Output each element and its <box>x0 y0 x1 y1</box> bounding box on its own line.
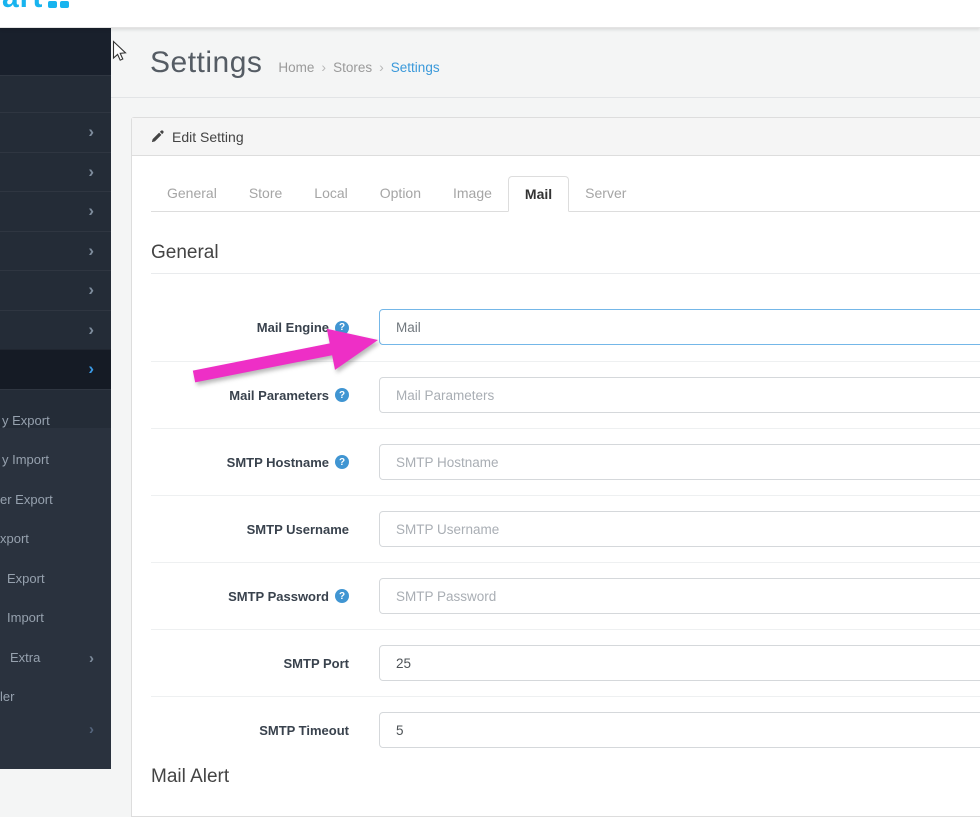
tab-mail[interactable]: Mail <box>508 176 569 211</box>
sidebar-item-active[interactable]: › <box>0 349 111 389</box>
breadcrumb-separator: › <box>321 59 326 75</box>
smtp-hostname-input[interactable] <box>379 444 980 480</box>
help-icon[interactable] <box>335 388 349 402</box>
mail-engine-label: Mail Engine <box>151 294 349 361</box>
sidebar-item-3[interactable]: › <box>0 191 111 231</box>
settings-tabs: General Store Local Option Image Mail Se… <box>151 176 980 212</box>
help-icon[interactable] <box>335 589 349 603</box>
sidebar-subitem-export-1[interactable]: y Export <box>2 412 50 430</box>
tab-option[interactable]: Option <box>364 176 437 211</box>
chevron-right-icon: › <box>88 321 94 338</box>
smtp-username-label: SMTP Username <box>151 496 349 562</box>
logo-text-fragment: art <box>2 0 43 15</box>
form-row-mail-engine: Mail Engine <box>151 294 980 361</box>
tab-store[interactable]: Store <box>233 176 298 211</box>
pencil-icon <box>151 130 164 143</box>
panel-body: General Store Local Option Image Mail Se… <box>132 156 980 788</box>
help-icon[interactable] <box>335 455 349 469</box>
smtp-port-input[interactable] <box>379 645 980 681</box>
form-row-smtp-hostname: SMTP Hostname <box>151 428 980 495</box>
form-row-smtp-username: SMTP Username <box>151 495 980 562</box>
page-title: Settings <box>150 46 262 80</box>
form-row-smtp-port: SMTP Port <box>151 629 980 696</box>
chevron-right-icon: › <box>88 242 94 259</box>
sidebar-item-2[interactable]: › <box>0 152 111 192</box>
app-logo[interactable]: art <box>0 0 110 28</box>
chevron-right-icon: › <box>88 281 94 298</box>
breadcrumb-separator: › <box>379 59 384 75</box>
sidebar-item-dashboard[interactable] <box>0 75 111 112</box>
chevron-right-icon: › <box>89 651 94 666</box>
panel-heading: Edit Setting <box>132 118 980 156</box>
chevron-right-icon: › <box>88 163 94 180</box>
sidebar-profile-block <box>0 28 111 75</box>
mail-engine-input[interactable] <box>379 309 980 345</box>
sidebar-subitem-export-4[interactable]: Export <box>7 570 45 588</box>
smtp-port-label: SMTP Port <box>151 630 349 696</box>
sidebar-subitem-import-2[interactable]: Import <box>7 609 44 627</box>
chevron-right-icon: › <box>88 123 94 140</box>
mail-settings-form: Mail Engine Mail Parameters SMTP Hostnam… <box>151 294 980 763</box>
breadcrumb-settings[interactable]: Settings <box>391 60 440 75</box>
mail-parameters-input[interactable] <box>379 377 980 413</box>
tab-local[interactable]: Local <box>298 176 363 211</box>
smtp-password-label: SMTP Password <box>151 563 349 629</box>
panel-heading-label: Edit Setting <box>172 129 244 145</box>
breadcrumb: Home › Stores › Settings <box>278 59 439 75</box>
logo-dot-icon <box>60 1 69 8</box>
top-navbar: art <box>0 0 980 28</box>
logo-dot-icon <box>48 1 57 8</box>
help-icon[interactable] <box>335 321 349 335</box>
section-title-mail-alert: Mail Alert <box>151 763 980 788</box>
smtp-username-input[interactable] <box>379 511 980 547</box>
edit-setting-panel: Edit Setting General Store Local Option … <box>131 117 980 817</box>
section-title-general: General <box>151 242 980 274</box>
sidebar-subitem-ler[interactable]: ler <box>0 688 14 706</box>
smtp-timeout-label: SMTP Timeout <box>151 697 349 763</box>
sidebar-subitem-export-2[interactable]: er Export <box>0 491 53 509</box>
tab-general[interactable]: General <box>151 176 233 211</box>
smtp-timeout-input[interactable] <box>379 712 980 748</box>
smtp-hostname-label: SMTP Hostname <box>151 429 349 495</box>
chevron-right-icon: › <box>89 722 94 737</box>
smtp-password-input[interactable] <box>379 578 980 614</box>
sidebar-item-1[interactable]: › <box>0 112 111 152</box>
tab-server[interactable]: Server <box>569 176 642 211</box>
main-content: Settings Home › Stores › Settings Edit Setti… <box>111 28 980 769</box>
breadcrumb-home[interactable]: Home <box>278 60 314 75</box>
sidebar-subitem-export-3[interactable]: xport <box>0 530 29 548</box>
page-header: Settings Home › Stores › Settings <box>111 28 980 98</box>
chevron-right-icon: › <box>88 202 94 219</box>
tab-image[interactable]: Image <box>437 176 508 211</box>
sidebar-item-6[interactable]: › <box>0 310 111 350</box>
sidebar-subitem-extra[interactable]: Extra <box>10 649 40 667</box>
sidebar-item-5[interactable]: › <box>0 270 111 310</box>
form-row-mail-parameters: Mail Parameters <box>151 361 980 428</box>
sidebar-subitem-import-1[interactable]: y Import <box>2 451 49 469</box>
form-row-smtp-timeout: SMTP Timeout <box>151 696 980 763</box>
mail-parameters-label: Mail Parameters <box>151 362 349 428</box>
sidebar-item-4[interactable]: › <box>0 231 111 271</box>
chevron-right-icon: › <box>88 360 94 377</box>
breadcrumb-stores[interactable]: Stores <box>333 60 372 75</box>
form-row-smtp-password: SMTP Password <box>151 562 980 629</box>
sidebar-nav: › › › › › › › y Export y Import er Expor… <box>0 28 111 769</box>
